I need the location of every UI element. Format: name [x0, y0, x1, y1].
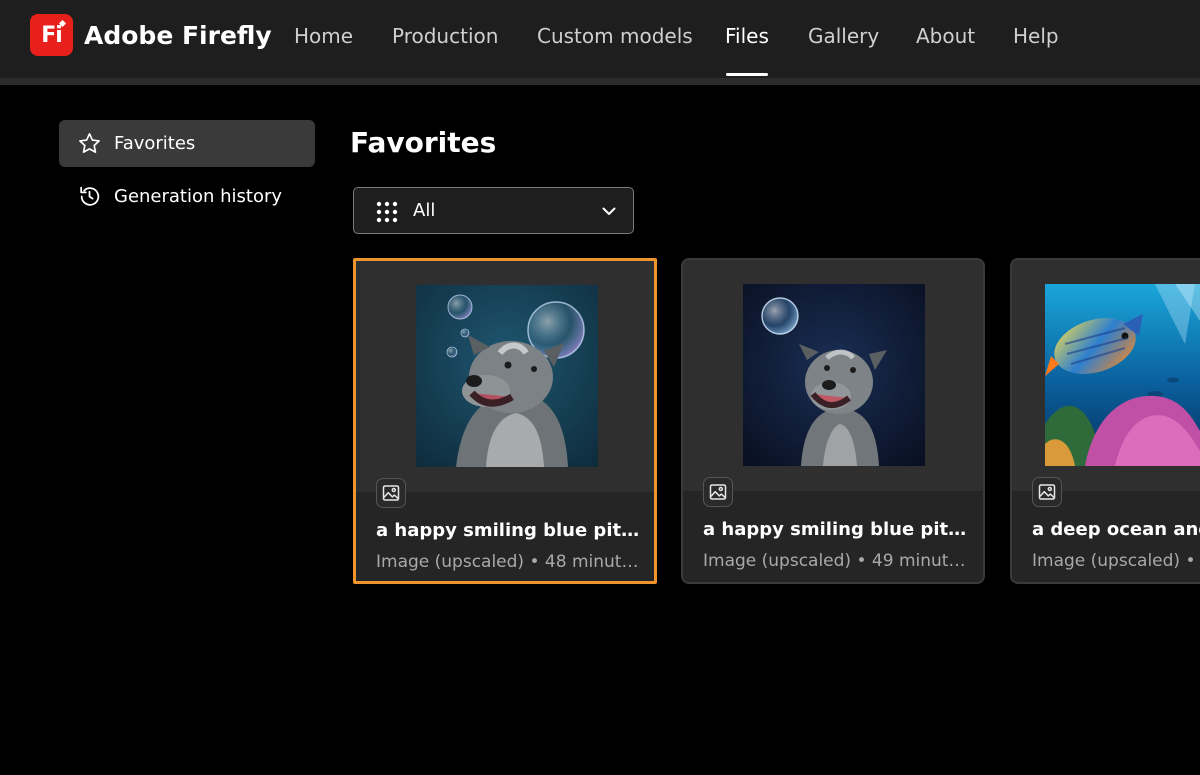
- asset-card[interactable]: a happy smiling blue pitbull dog with a …: [681, 258, 985, 584]
- grid-icon: [376, 201, 398, 223]
- image-icon: [376, 478, 406, 508]
- image-icon: [1032, 477, 1062, 507]
- sidebar-item-label: Generation history: [114, 186, 283, 207]
- pitbull-with-bubble-image: [743, 284, 925, 466]
- nav-custom-models[interactable]: Custom models: [537, 18, 693, 54]
- nav-gallery[interactable]: Gallery: [808, 18, 879, 54]
- card-thumbnail-image[interactable]: [416, 285, 598, 467]
- card-meta: Image (upscaled) • 2: [1032, 551, 1200, 571]
- card-title: a happy smiling blue pitbull dog with bu…: [376, 520, 644, 541]
- nav-active-indicator: [726, 73, 768, 76]
- nav-help[interactable]: Help: [1013, 18, 1059, 54]
- sidebar-item-generation-history[interactable]: Generation history: [59, 173, 315, 220]
- top-navigation-bar: Fi Adobe Firefly Home Production Custom …: [0, 0, 1200, 80]
- star-icon: [79, 133, 100, 153]
- card-meta: Image (upscaled) • 48 minutes ago: [376, 552, 644, 572]
- chevron-down-icon: [602, 207, 616, 215]
- image-icon: [703, 477, 733, 507]
- firefly-logo[interactable]: Fi: [30, 14, 73, 56]
- filter-value: All: [413, 200, 436, 221]
- asset-type-filter-dropdown[interactable]: All: [353, 187, 634, 234]
- app-title[interactable]: Adobe Firefly: [84, 18, 272, 54]
- ocean-tropical-fish-image: [1045, 284, 1200, 466]
- history-icon: [80, 186, 100, 206]
- header-divider: [0, 78, 1200, 85]
- sidebar-item-label: Favorites: [114, 133, 196, 154]
- card-title: a happy smiling blue pitbull dog with a …: [703, 519, 971, 540]
- card-title: a deep ocean and a tropical fish: [1032, 519, 1200, 540]
- asset-card[interactable]: a happy smiling blue pitbull dog with bu…: [353, 258, 657, 584]
- nav-production[interactable]: Production: [392, 18, 498, 54]
- card-thumbnail-image[interactable]: [743, 284, 925, 466]
- card-thumbnail-image[interactable]: [1045, 284, 1200, 466]
- nav-home[interactable]: Home: [294, 18, 353, 54]
- sidebar-item-favorites[interactable]: Favorites: [59, 120, 315, 167]
- logo-text: Fi: [41, 22, 63, 48]
- nav-files[interactable]: Files: [725, 18, 769, 54]
- nav-about[interactable]: About: [916, 18, 975, 54]
- page-title: Favorites: [350, 126, 497, 159]
- pitbull-with-bubbles-image: [416, 285, 598, 467]
- asset-card[interactable]: a deep ocean and a tropical fish Image (…: [1010, 258, 1200, 584]
- card-meta: Image (upscaled) • 49 minutes ago: [703, 551, 971, 571]
